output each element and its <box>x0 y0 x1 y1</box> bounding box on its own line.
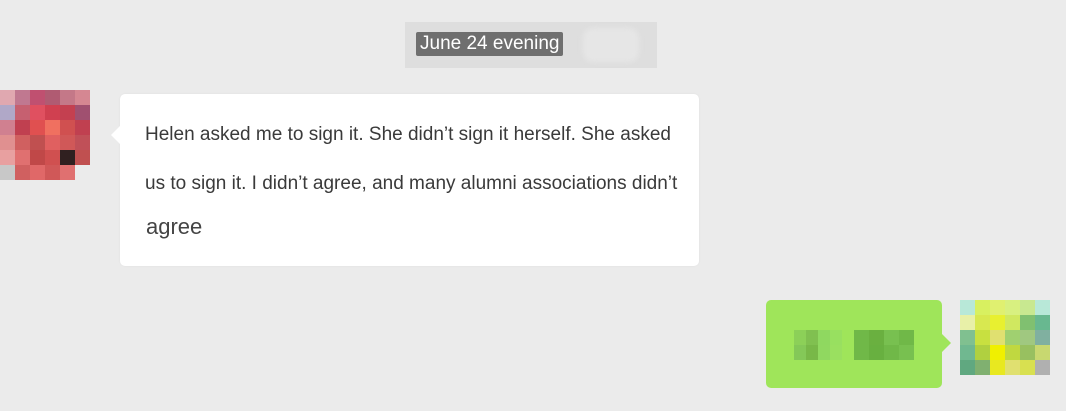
avatar-pixel <box>75 105 90 120</box>
avatar-pixel <box>960 360 975 375</box>
avatar-pixel <box>0 90 15 105</box>
avatar-pixel <box>990 345 1005 360</box>
message-text-line: us to sign it. I didn’t agree, and many … <box>145 173 678 194</box>
avatar-pixel <box>60 165 75 180</box>
avatar-pixel <box>1005 375 1020 390</box>
avatar-pixel <box>960 315 975 330</box>
avatar-pixel <box>1005 345 1020 360</box>
avatar-pixel <box>990 300 1005 315</box>
avatar-pixel <box>90 90 105 105</box>
avatar-pixel <box>975 360 990 375</box>
avatar-pixel <box>1020 360 1035 375</box>
avatar-pixel <box>45 150 60 165</box>
sender-avatar[interactable] <box>0 90 105 180</box>
avatar-pixel <box>0 165 15 180</box>
chat-window: June 24 evening Helen asked me to sign i… <box>0 0 1066 411</box>
avatar-pixel <box>960 345 975 360</box>
avatar-pixel <box>0 105 15 120</box>
avatar-pixel <box>0 135 15 150</box>
avatar-pixel <box>30 90 45 105</box>
avatar-pixel <box>0 150 15 165</box>
avatar-pixel <box>1020 315 1035 330</box>
avatar-pixel <box>975 300 990 315</box>
avatar-pixel <box>1005 315 1020 330</box>
avatar-pixel <box>990 375 1005 390</box>
timestamp: June 24 evening <box>416 32 564 56</box>
avatar-pixel <box>15 105 30 120</box>
avatar-pixel <box>975 375 990 390</box>
avatar-pixel <box>60 150 75 165</box>
avatar-pixel <box>15 90 30 105</box>
avatar-pixel <box>1005 360 1020 375</box>
avatar-pixel <box>75 165 90 180</box>
avatar-pixel <box>1005 300 1020 315</box>
avatar-pixel <box>1050 375 1065 390</box>
avatar-pixel <box>1020 345 1035 360</box>
avatar-pixel <box>990 330 1005 345</box>
avatar-pixel <box>45 135 60 150</box>
blurred-region <box>583 28 639 62</box>
avatar-pixel <box>1050 315 1065 330</box>
obscured-text <box>854 330 914 360</box>
avatar-pixel <box>90 135 105 150</box>
avatar-pixel <box>30 135 45 150</box>
avatar-pixel <box>1050 345 1065 360</box>
avatar-pixel <box>0 120 15 135</box>
avatar-pixel <box>975 315 990 330</box>
avatar-pixel <box>960 375 975 390</box>
avatar-pixel <box>60 90 75 105</box>
obscured-text <box>794 330 842 360</box>
avatar-pixel <box>15 165 30 180</box>
avatar-pixel <box>60 105 75 120</box>
avatar-pixel <box>990 360 1005 375</box>
timestamp-container: June 24 evening <box>405 22 657 68</box>
avatar-pixel <box>90 150 105 165</box>
avatar-pixel <box>90 165 105 180</box>
message-text-line: agree <box>146 214 203 239</box>
avatar-pixel <box>30 120 45 135</box>
avatar-pixel <box>45 105 60 120</box>
avatar-pixel <box>30 150 45 165</box>
avatar-pixel <box>60 135 75 150</box>
avatar-pixel <box>1020 330 1035 345</box>
avatar-pixel <box>1035 360 1050 375</box>
avatar-pixel <box>1050 300 1065 315</box>
avatar-pixel <box>30 105 45 120</box>
avatar-pixel <box>960 330 975 345</box>
incoming-message-bubble[interactable]: Helen asked me to sign it. She didn’t si… <box>111 94 699 266</box>
avatar-pixel <box>75 120 90 135</box>
avatar-pixel <box>1035 300 1050 315</box>
avatar-pixel <box>60 120 75 135</box>
avatar-pixel <box>45 90 60 105</box>
avatar-pixel <box>45 165 60 180</box>
avatar-pixel <box>975 330 990 345</box>
avatar-pixel <box>75 135 90 150</box>
avatar-pixel <box>975 345 990 360</box>
avatar-pixel <box>90 105 105 120</box>
avatar-pixel <box>15 135 30 150</box>
avatar-pixel <box>45 120 60 135</box>
avatar-pixel <box>990 315 1005 330</box>
avatar-pixel <box>1035 345 1050 360</box>
outgoing-message-bubble[interactable] <box>766 300 951 388</box>
avatar-pixel <box>90 120 105 135</box>
avatar-pixel <box>1035 330 1050 345</box>
avatar-pixel <box>1050 360 1065 375</box>
my-avatar[interactable] <box>960 300 1065 390</box>
avatar-pixel <box>75 90 90 105</box>
avatar-pixel <box>30 165 45 180</box>
avatar-pixel <box>15 150 30 165</box>
avatar-pixel <box>1035 315 1050 330</box>
avatar-pixel <box>1020 300 1035 315</box>
avatar-pixel <box>1035 375 1050 390</box>
avatar-pixel <box>15 120 30 135</box>
avatar-pixel <box>1005 330 1020 345</box>
avatar-pixel <box>1050 330 1065 345</box>
message-text-line: Helen asked me to sign it. She didn’t si… <box>145 124 671 145</box>
avatar-pixel <box>75 150 90 165</box>
avatar-pixel <box>1020 375 1035 390</box>
avatar-pixel <box>960 300 975 315</box>
